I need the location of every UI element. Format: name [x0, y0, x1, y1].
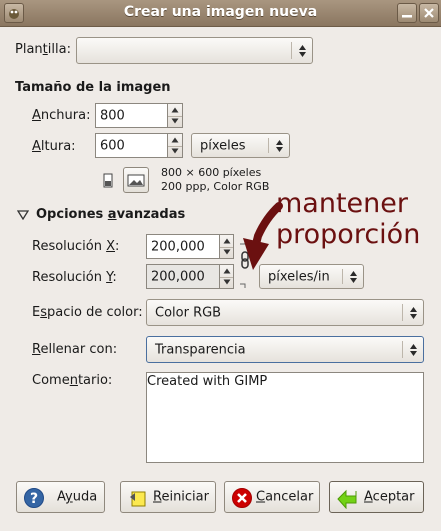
ok-label: Aceptar — [364, 489, 415, 505]
colorspace-label: Espacio de color: — [32, 305, 143, 320]
cancel-icon — [232, 488, 252, 508]
reset-icon — [130, 491, 146, 507]
res-unit-combo[interactable]: píxeles/in — [259, 264, 364, 289]
annotation-line1: mantener — [276, 188, 408, 219]
help-button[interactable]: ? Ayuda — [16, 481, 105, 513]
portrait-icon[interactable] — [101, 172, 115, 190]
res-y-label: Resolución Y: — [32, 270, 117, 285]
fill-combo[interactable]: Transparencia — [146, 336, 424, 363]
size-unit-combo[interactable]: píxeles — [191, 133, 290, 158]
cancel-label: Cancelar — [256, 489, 314, 505]
svg-text:?: ? — [30, 491, 38, 507]
template-combo[interactable] — [76, 37, 313, 64]
updown-arrow-icon — [350, 270, 357, 283]
expander-arrow-icon[interactable] — [17, 210, 29, 220]
width-spinner[interactable] — [168, 103, 183, 128]
advanced-heading[interactable]: Opciones avanzadas — [36, 207, 185, 222]
height-label: Altura: — [32, 139, 76, 154]
comment-label: Comentario: — [32, 373, 113, 388]
res-x-label: Resolución X: — [32, 239, 120, 254]
height-spinner[interactable] — [168, 133, 183, 158]
comment-textarea[interactable]: Created with GIMP — [146, 372, 424, 463]
image-size-heading: Tamaño de la imagen — [15, 80, 171, 95]
help-label: Ayuda — [57, 489, 98, 505]
cancel-button[interactable]: Cancelar — [224, 481, 320, 513]
help-icon: ? — [24, 488, 44, 508]
image-info: 800 × 600 píxeles 200 ppp, Color RGB — [161, 166, 269, 194]
minimize-icon[interactable] — [397, 3, 417, 23]
updown-arrow-icon — [276, 139, 283, 152]
annotation-line2: proporción — [276, 219, 421, 250]
image-info-line2: 200 ppp, Color RGB — [161, 180, 270, 193]
annotation-text: mantener proporción — [276, 188, 420, 250]
res-x-spinner[interactable] — [220, 234, 234, 259]
title-bar: Crear una imagen nueva — [0, 0, 441, 27]
updown-arrow-icon — [410, 343, 417, 356]
reset-label: Reiniciar — [153, 489, 209, 505]
ok-button[interactable]: Aceptar — [329, 481, 424, 513]
landscape-icon[interactable] — [123, 167, 149, 193]
image-info-line1: 800 × 600 píxeles — [161, 166, 262, 179]
window-title: Crear una imagen nueva — [123, 4, 318, 20]
close-icon[interactable] — [419, 3, 439, 23]
width-label: Anchura: — [32, 108, 91, 123]
res-y-spinner[interactable] — [220, 264, 234, 289]
template-label: Plantilla: — [15, 42, 71, 57]
width-input[interactable]: 800 — [95, 103, 168, 128]
updown-arrow-icon — [299, 44, 306, 57]
fill-label: Rellenar con: — [32, 342, 118, 357]
res-x-input[interactable]: 200,000 — [146, 234, 220, 259]
comment-text: Created with GIMP — [147, 374, 268, 389]
updown-arrow-icon — [410, 306, 417, 319]
res-y-input[interactable]: 200,000 — [146, 264, 220, 289]
colorspace-combo[interactable]: Color RGB — [146, 299, 424, 326]
reset-button[interactable]: Reiniciar — [120, 481, 216, 513]
ok-icon — [337, 489, 357, 509]
height-input[interactable]: 600 — [95, 133, 168, 158]
